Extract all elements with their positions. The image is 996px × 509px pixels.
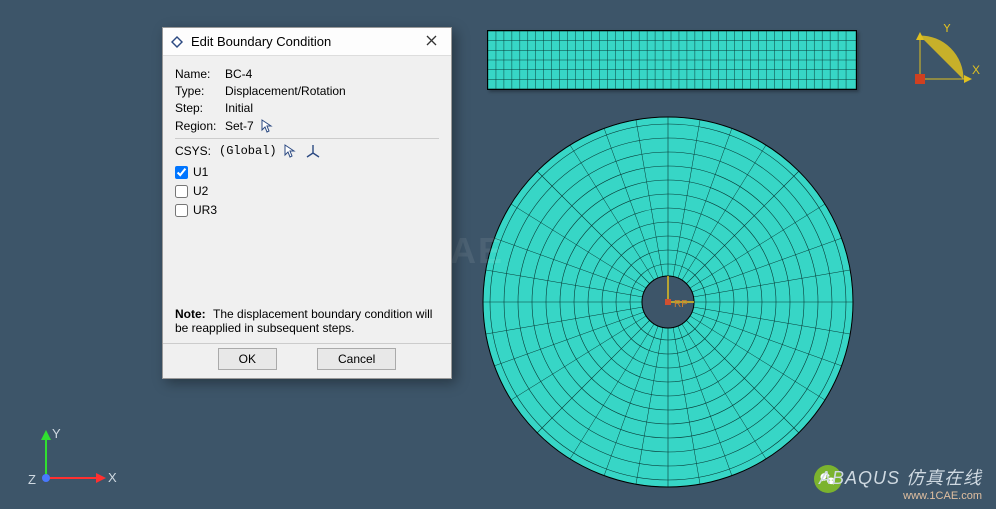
ur3-checkbox[interactable] [175,204,188,217]
checkbox-u2[interactable]: U2 [175,184,439,198]
axis-y-label: Y [943,24,951,35]
checkbox-u1[interactable]: U1 [175,165,439,179]
ok-button[interactable]: OK [218,348,277,370]
axis-z-label: Z [28,472,36,487]
note-prefix: Note: [175,307,206,321]
u1-label: U1 [193,165,208,179]
axis-x-label: X [972,63,980,77]
note-text: The displacement boundary condition will… [175,307,432,335]
field-region: Region: Set-7 [175,118,439,134]
axis-y-label: Y [52,426,61,441]
datum-triad: Y X [910,24,980,97]
field-step: Step: Initial [175,101,439,115]
reference-point-marker [665,299,671,305]
origin-marker [915,74,925,84]
mesh-plate [487,30,857,90]
step-value: Initial [225,101,253,115]
checkbox-ur3[interactable]: UR3 [175,203,439,217]
pick-region-icon[interactable] [260,118,276,134]
region-value: Set-7 [225,119,254,133]
region-label: Region: [175,119,225,133]
field-csys: CSYS: (Global) [175,143,439,159]
create-csys-icon[interactable] [305,143,321,159]
app-icon [169,34,185,50]
name-label: Name: [175,67,225,81]
field-type: Type: Displacement/Rotation [175,84,439,98]
axis-x-label: X [108,470,117,485]
u1-checkbox[interactable] [175,166,188,179]
dialog-title: Edit Boundary Condition [191,34,420,49]
ur3-label: UR3 [193,203,217,217]
note: Note: The displacement boundary conditio… [175,307,439,335]
u2-checkbox[interactable] [175,185,188,198]
csys-label: CSYS: [175,144,219,158]
close-icon [426,35,437,46]
field-name: Name: BC-4 [175,67,439,81]
wechat-icon [814,465,842,493]
pick-csys-icon[interactable] [283,143,299,159]
csys-value: (Global) [219,144,277,158]
u2-label: U2 [193,184,208,198]
type-label: Type: [175,84,225,98]
close-button[interactable] [420,32,443,51]
view-triad: Y X Z [22,426,118,499]
name-value: BC-4 [225,67,252,81]
cancel-button[interactable]: Cancel [317,348,396,370]
mesh-disc: RP [478,112,858,492]
viewport[interactable]: RP Y X Y X Z 1CAE [0,0,996,509]
divider [175,138,439,139]
step-label: Step: [175,101,225,115]
dialog-button-row: OK Cancel [163,343,451,378]
type-value: Displacement/Rotation [225,84,346,98]
reference-point-label: RP [674,299,688,310]
edit-boundary-condition-dialog: Edit Boundary Condition Name: BC-4 Type:… [162,27,452,379]
dialog-titlebar[interactable]: Edit Boundary Condition [163,28,451,56]
